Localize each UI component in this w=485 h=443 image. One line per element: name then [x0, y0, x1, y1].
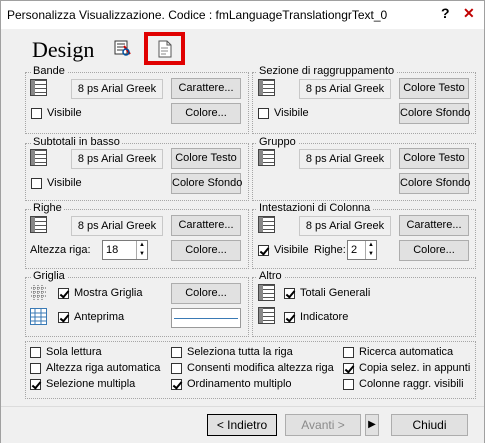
dialog-window: Personalizza Visualizzazione. Codice : f… [0, 0, 485, 443]
group-intestazioni-title: Intestazioni di Colonna [257, 202, 373, 214]
header-rows-value: 2 [351, 244, 358, 256]
grid-preview-box [171, 308, 241, 328]
sezione-visible-checkbox[interactable] [258, 108, 269, 119]
option-label: Altezza riga automatica [46, 362, 161, 374]
altezza-riga-spinner[interactable]: 18 ▲ ▼ [102, 240, 148, 260]
gruppo-bg-color-button[interactable]: Colore Sfondo [399, 173, 470, 194]
totali-generali-checkbox[interactable] [284, 288, 295, 299]
indicator-grid-icon [258, 307, 275, 324]
righe-font-button[interactable]: Carattere... [171, 215, 241, 236]
mostra-griglia-checkbox[interactable] [58, 288, 69, 299]
option-checkbox[interactable] [343, 363, 354, 374]
altezza-riga-label: Altezza riga: [30, 244, 91, 256]
option-label: Consenti modifica altezza riga [187, 362, 334, 374]
header-grid-icon [258, 216, 275, 233]
option-label: Ordinamento multiplo [187, 378, 292, 390]
righe-font-box: 8 ps Arial Greek [71, 216, 163, 236]
selected-page-highlight[interactable] [144, 32, 185, 65]
griglia-color-button[interactable]: Colore... [171, 283, 241, 304]
subtotal-grid-icon [30, 149, 47, 166]
option-label: Seleziona tutta la riga [187, 346, 293, 358]
grid-lines-icon [31, 285, 46, 303]
sezione-text-color-button[interactable]: Colore Testo [399, 78, 469, 99]
righe-count-label: Righe: [314, 244, 346, 256]
page-title: Design [32, 37, 95, 62]
righe-color-button[interactable]: Colore... [171, 240, 241, 261]
sezione-visible-label: Visibile [274, 107, 309, 119]
option-label: Ricerca automatica [359, 346, 454, 358]
option-label: Copia selez. in appunti [359, 362, 471, 374]
close-window-button[interactable]: ✕ [463, 5, 475, 22]
group-griglia-title: Griglia [31, 270, 67, 282]
gruppo-text-color-button[interactable]: Colore Testo [399, 148, 469, 169]
group-sezione-title: Sezione di raggruppamento [257, 65, 397, 77]
intestazioni-color-button[interactable]: Colore... [399, 240, 469, 261]
document-icon [157, 40, 173, 61]
intestazioni-font-button[interactable]: Carattere... [399, 215, 469, 236]
next-button[interactable]: Avanti > [285, 414, 361, 436]
intestazioni-visible-label: Visibile [274, 244, 309, 256]
group-bande-title: Bande [31, 65, 67, 77]
band-grid-icon [30, 79, 47, 96]
option-label: Colonne raggr. visibili [359, 378, 464, 390]
option-checkbox[interactable] [30, 347, 41, 358]
header-rows-spinner[interactable]: 2 ▲ ▼ [347, 240, 377, 260]
intestazioni-visible-checkbox[interactable] [258, 245, 269, 256]
anteprima-checkbox[interactable] [58, 312, 69, 323]
option-checkbox[interactable] [30, 379, 41, 390]
totali-generali-label: Totali Generali [300, 287, 371, 299]
indicatore-label: Indicatore [300, 311, 349, 323]
subtotali-visible-checkbox[interactable] [31, 178, 42, 189]
bande-font-box: 8 ps Arial Greek [71, 79, 163, 99]
anteprima-label: Anteprima [74, 311, 125, 323]
group-righe-title: Righe [31, 202, 64, 214]
mostra-griglia-label: Mostra Griglia [74, 287, 143, 299]
option-checkbox[interactable] [171, 347, 182, 358]
spin-down-icon[interactable]: ▼ [365, 250, 376, 259]
option-checkbox[interactable] [30, 363, 41, 374]
indicatore-checkbox[interactable] [284, 312, 295, 323]
option-checkbox[interactable] [171, 379, 182, 390]
group-gruppo-title: Gruppo [257, 136, 298, 148]
gruppo-font-box: 8 ps Arial Greek [299, 149, 391, 169]
title-bar: Personalizza Visualizzazione. Codice : f… [1, 1, 484, 29]
chiudi-button[interactable]: Chiudi [391, 414, 468, 436]
subtotali-bg-color-button[interactable]: Colore Sfondo [171, 173, 242, 194]
more-arrow-button[interactable]: ▶ [365, 414, 379, 436]
spin-up-icon[interactable]: ▲ [365, 241, 376, 250]
subtotali-visible-label: Visibile [47, 177, 82, 189]
rows-grid-icon [30, 216, 47, 233]
sezione-bg-color-button[interactable]: Colore Sfondo [399, 103, 470, 124]
group-subtotali-title: Subtotali in basso [31, 136, 122, 148]
subtotali-font-box: 8 ps Arial Greek [71, 149, 163, 169]
group-grid-icon [258, 149, 275, 166]
intestazioni-font-box: 8 ps Arial Greek [299, 216, 391, 236]
option-checkbox[interactable] [171, 363, 182, 374]
back-button[interactable]: < Indietro [207, 414, 277, 436]
window-title: Personalizza Visualizzazione. Codice : f… [7, 8, 388, 22]
option-checkbox[interactable] [343, 347, 354, 358]
bande-visible-label: Visibile [47, 107, 82, 119]
group-altro-title: Altro [257, 270, 284, 282]
preview-grid-icon [30, 308, 47, 328]
totals-grid-icon [258, 284, 275, 301]
subtotali-text-color-button[interactable]: Colore Testo [171, 148, 241, 169]
bande-color-button[interactable]: Colore... [171, 103, 241, 124]
bande-visible-checkbox[interactable] [31, 108, 42, 119]
design-tools-icon[interactable] [113, 38, 133, 58]
section-grid-icon [258, 79, 275, 96]
option-label: Selezione multipla [46, 378, 136, 390]
option-label: Sola lettura [46, 346, 102, 358]
altezza-riga-value: 18 [106, 244, 119, 256]
spin-up-icon[interactable]: ▲ [136, 241, 147, 250]
grid-preview-line [174, 318, 238, 319]
spin-down-icon[interactable]: ▼ [136, 250, 147, 259]
group-altro [252, 277, 476, 337]
option-checkbox[interactable] [343, 379, 354, 390]
sezione-font-box: 8 ps Arial Greek [299, 79, 391, 99]
help-button[interactable]: ? [441, 5, 450, 21]
bande-font-button[interactable]: Carattere... [171, 78, 241, 99]
